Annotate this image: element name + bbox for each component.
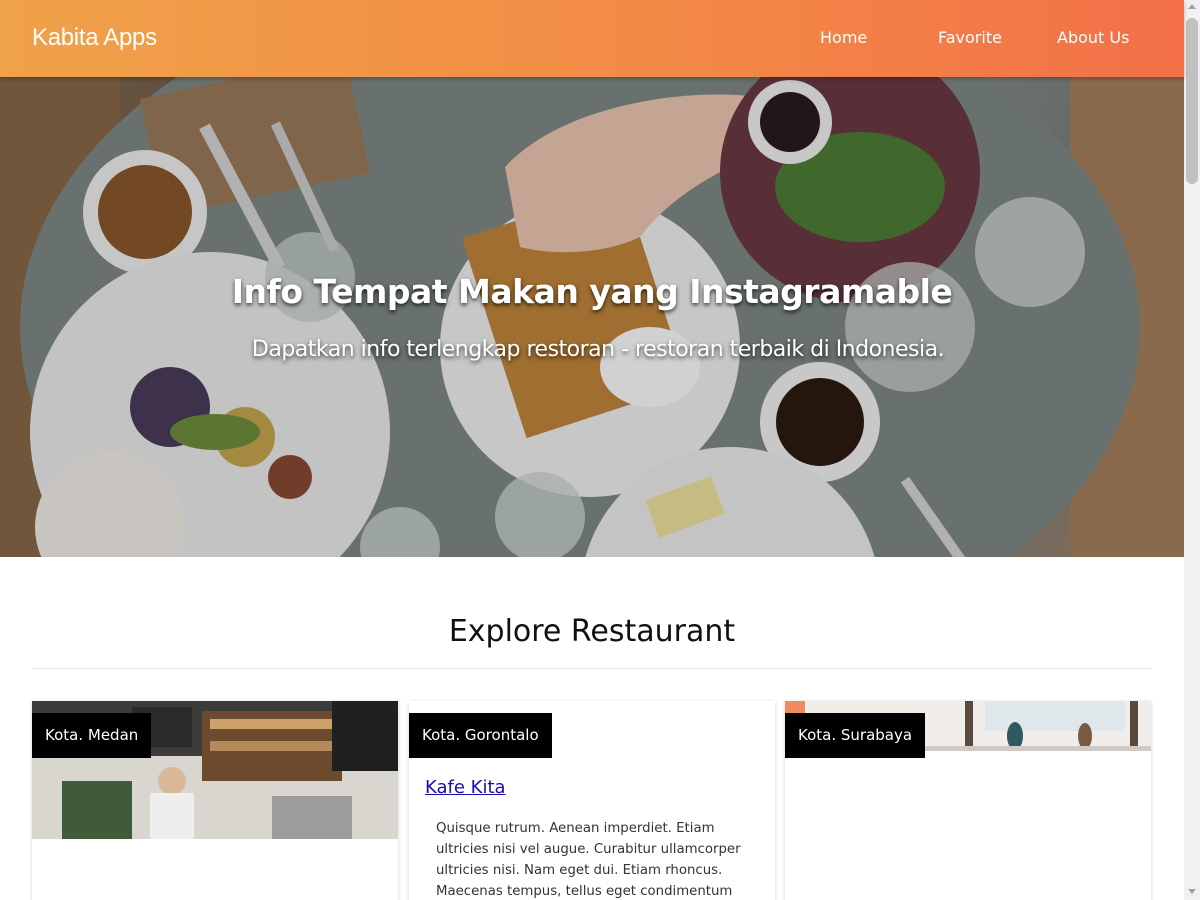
nav-about-us[interactable]: About Us <box>1057 28 1129 47</box>
hero-food-photo <box>0 77 1184 557</box>
nav-favorite[interactable]: Favorite <box>938 28 1002 47</box>
hero-title: Info Tempat Makan yang Instagramable <box>231 272 953 311</box>
brand-logo[interactable]: Kabita Apps <box>32 24 157 52</box>
section-divider <box>32 668 1152 669</box>
city-badge: Kota. Surabaya <box>785 713 926 758</box>
hero-banner: Info Tempat Makan yang Instagramable Dap… <box>0 77 1184 557</box>
restaurant-card[interactable]: Kota. Surabaya <box>785 701 1151 900</box>
hero-subtitle: Dapatkan info terlengkap restoran - rest… <box>251 337 945 362</box>
scroll-down-arrow-icon[interactable] <box>1188 889 1196 894</box>
restaurant-card[interactable]: Kota. Gorontalo Kafe Kita Quisque rutrum… <box>409 701 775 900</box>
restaurant-card[interactable]: Kota. Medan <box>32 701 398 900</box>
vertical-scrollbar[interactable] <box>1184 0 1200 900</box>
restaurant-description: Quisque rutrum. Aenean imperdiet. Etiam … <box>436 821 741 899</box>
restaurant-name-link[interactable]: Kafe Kita <box>425 777 506 798</box>
nav-home[interactable]: Home <box>820 28 867 47</box>
scrollbar-thumb[interactable] <box>1186 18 1198 184</box>
city-badge: Kota. Gorontalo <box>409 713 552 758</box>
scroll-up-arrow-icon[interactable] <box>1188 4 1196 9</box>
city-badge: Kota. Medan <box>32 713 152 758</box>
app-header: Kabita Apps Home Favorite About Us <box>0 0 1184 77</box>
section-title: Explore Restaurant <box>448 614 736 649</box>
